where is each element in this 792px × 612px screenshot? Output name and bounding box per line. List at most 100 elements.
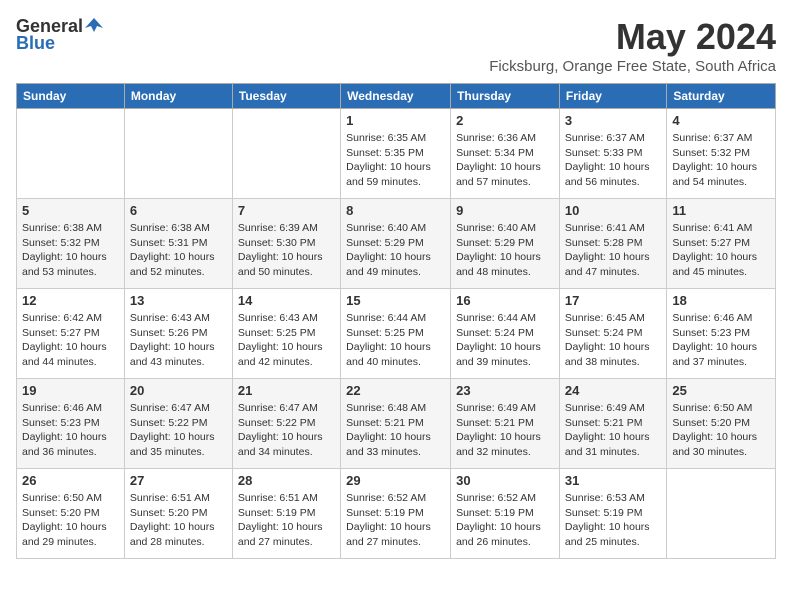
day-info: Sunrise: 6:50 AMSunset: 5:20 PMDaylight:… <box>22 491 119 550</box>
day-number: 24 <box>565 383 661 398</box>
day-number: 31 <box>565 473 661 488</box>
calendar-cell: 25 Sunrise: 6:50 AMSunset: 5:20 PMDayligh… <box>667 379 776 469</box>
calendar-cell: 13 Sunrise: 6:43 AMSunset: 5:26 PMDayligh… <box>124 289 232 379</box>
calendar-cell: 29Sunrise: 6:52 AMSunset: 5:19 PMDayligh… <box>341 469 451 559</box>
week-row-2: 5Sunrise: 6:38 AMSunset: 5:32 PMDaylight… <box>17 199 776 289</box>
day-info: Sunrise: 6:35 AMSunset: 5:35 PMDaylight:… <box>346 131 445 190</box>
calendar-cell: 1 Sunrise: 6:35 AMSunset: 5:35 PMDaylight… <box>341 109 451 199</box>
day-info: Sunrise: 6:43 AMSunset: 5:25 PMDaylight:… <box>238 311 335 370</box>
calendar-cell: 17Sunrise: 6:45 AMSunset: 5:24 PMDayligh… <box>559 289 666 379</box>
day-info: Sunrise: 6:41 AMSunset: 5:27 PMDaylight:… <box>672 221 770 280</box>
day-info: Sunrise: 6:43 AMSunset: 5:26 PMDaylight:… <box>130 311 227 370</box>
day-info: Sunrise: 6:47 AMSunset: 5:22 PMDaylight:… <box>130 401 227 460</box>
day-info: Sunrise: 6:47 AMSunset: 5:22 PMDaylight:… <box>238 401 335 460</box>
day-number: 30 <box>456 473 554 488</box>
day-number: 4 <box>672 113 770 128</box>
day-info: Sunrise: 6:36 AMSunset: 5:34 PMDaylight:… <box>456 131 554 190</box>
day-number: 21 <box>238 383 335 398</box>
day-info: Sunrise: 6:49 AMSunset: 5:21 PMDaylight:… <box>565 401 661 460</box>
calendar-cell: 6 Sunrise: 6:38 AMSunset: 5:31 PMDaylight… <box>124 199 232 289</box>
weekday-header-sunday: Sunday <box>17 84 125 109</box>
calendar-cell: 9Sunrise: 6:40 AMSunset: 5:29 PMDaylight… <box>451 199 560 289</box>
day-info: Sunrise: 6:51 AMSunset: 5:19 PMDaylight:… <box>238 491 335 550</box>
title-block: May 2024 Ficksburg, Orange Free State, S… <box>489 16 776 75</box>
calendar-cell: 22 Sunrise: 6:48 AMSunset: 5:21 PMDayligh… <box>341 379 451 469</box>
weekday-header-friday: Friday <box>559 84 666 109</box>
calendar-cell: 4 Sunrise: 6:37 AMSunset: 5:32 PMDaylight… <box>667 109 776 199</box>
weekday-header-row: SundayMondayTuesdayWednesdayThursdayFrid… <box>17 84 776 109</box>
calendar-cell: 8Sunrise: 6:40 AMSunset: 5:29 PMDaylight… <box>341 199 451 289</box>
day-number: 7 <box>238 203 335 218</box>
day-number: 14 <box>238 293 335 308</box>
day-info: Sunrise: 6:51 AMSunset: 5:20 PMDaylight:… <box>130 491 227 550</box>
week-row-3: 12 Sunrise: 6:42 AMSunset: 5:27 PMDayligh… <box>17 289 776 379</box>
day-number: 8 <box>346 203 445 218</box>
calendar-cell <box>124 109 232 199</box>
calendar-cell: 18 Sunrise: 6:46 AMSunset: 5:23 PMDayligh… <box>667 289 776 379</box>
calendar-cell: 23 Sunrise: 6:49 AMSunset: 5:21 PMDayligh… <box>451 379 560 469</box>
calendar-cell: 28 Sunrise: 6:51 AMSunset: 5:19 PMDayligh… <box>232 469 340 559</box>
calendar-cell: 14 Sunrise: 6:43 AMSunset: 5:25 PMDayligh… <box>232 289 340 379</box>
day-info: Sunrise: 6:52 AMSunset: 5:19 PMDaylight:… <box>456 491 554 550</box>
day-number: 25 <box>672 383 770 398</box>
day-number: 1 <box>346 113 445 128</box>
day-info: Sunrise: 6:49 AMSunset: 5:21 PMDaylight:… <box>456 401 554 460</box>
day-info: Sunrise: 6:37 AMSunset: 5:32 PMDaylight:… <box>672 131 770 190</box>
day-number: 22 <box>346 383 445 398</box>
day-number: 18 <box>672 293 770 308</box>
logo-bird-icon <box>85 16 103 34</box>
calendar-cell: 26Sunrise: 6:50 AMSunset: 5:20 PMDayligh… <box>17 469 125 559</box>
logo: General Blue <box>16 16 103 54</box>
calendar-cell: 12 Sunrise: 6:42 AMSunset: 5:27 PMDayligh… <box>17 289 125 379</box>
calendar-cell: 21 Sunrise: 6:47 AMSunset: 5:22 PMDayligh… <box>232 379 340 469</box>
weekday-header-monday: Monday <box>124 84 232 109</box>
calendar-cell: 10 Sunrise: 6:41 AMSunset: 5:28 PMDayligh… <box>559 199 666 289</box>
day-number: 15 <box>346 293 445 308</box>
day-info: Sunrise: 6:44 AMSunset: 5:25 PMDaylight:… <box>346 311 445 370</box>
calendar-cell: 30 Sunrise: 6:52 AMSunset: 5:19 PMDayligh… <box>451 469 560 559</box>
day-info: Sunrise: 6:42 AMSunset: 5:27 PMDaylight:… <box>22 311 119 370</box>
calendar-body: 1 Sunrise: 6:35 AMSunset: 5:35 PMDaylight… <box>17 109 776 559</box>
day-info: Sunrise: 6:46 AMSunset: 5:23 PMDaylight:… <box>672 311 770 370</box>
day-info: Sunrise: 6:50 AMSunset: 5:20 PMDaylight:… <box>672 401 770 460</box>
calendar-table: SundayMondayTuesdayWednesdayThursdayFrid… <box>16 83 776 559</box>
weekday-header-thursday: Thursday <box>451 84 560 109</box>
day-info: Sunrise: 6:40 AMSunset: 5:29 PMDaylight:… <box>456 221 554 280</box>
day-number: 20 <box>130 383 227 398</box>
weekday-header-wednesday: Wednesday <box>341 84 451 109</box>
day-info: Sunrise: 6:48 AMSunset: 5:21 PMDaylight:… <box>346 401 445 460</box>
calendar-cell: 27 Sunrise: 6:51 AMSunset: 5:20 PMDayligh… <box>124 469 232 559</box>
calendar-cell: 20 Sunrise: 6:47 AMSunset: 5:22 PMDayligh… <box>124 379 232 469</box>
calendar-cell <box>17 109 125 199</box>
calendar-cell: 16 Sunrise: 6:44 AMSunset: 5:24 PMDayligh… <box>451 289 560 379</box>
day-info: Sunrise: 6:44 AMSunset: 5:24 PMDaylight:… <box>456 311 554 370</box>
day-number: 6 <box>130 203 227 218</box>
day-info: Sunrise: 6:38 AMSunset: 5:31 PMDaylight:… <box>130 221 227 280</box>
calendar-cell <box>667 469 776 559</box>
day-info: Sunrise: 6:41 AMSunset: 5:28 PMDaylight:… <box>565 221 661 280</box>
logo-blue-text: Blue <box>16 33 55 54</box>
calendar-cell: 19 Sunrise: 6:46 AMSunset: 5:23 PMDayligh… <box>17 379 125 469</box>
week-row-5: 26Sunrise: 6:50 AMSunset: 5:20 PMDayligh… <box>17 469 776 559</box>
day-number: 13 <box>130 293 227 308</box>
day-info: Sunrise: 6:52 AMSunset: 5:19 PMDaylight:… <box>346 491 445 550</box>
day-info: Sunrise: 6:46 AMSunset: 5:23 PMDaylight:… <box>22 401 119 460</box>
calendar-cell <box>232 109 340 199</box>
day-number: 2 <box>456 113 554 128</box>
day-info: Sunrise: 6:39 AMSunset: 5:30 PMDaylight:… <box>238 221 335 280</box>
day-number: 10 <box>565 203 661 218</box>
day-number: 3 <box>565 113 661 128</box>
day-info: Sunrise: 6:37 AMSunset: 5:33 PMDaylight:… <box>565 131 661 190</box>
day-number: 23 <box>456 383 554 398</box>
calendar-cell: 11Sunrise: 6:41 AMSunset: 5:27 PMDayligh… <box>667 199 776 289</box>
weekday-header-tuesday: Tuesday <box>232 84 340 109</box>
calendar-cell: 7 Sunrise: 6:39 AMSunset: 5:30 PMDaylight… <box>232 199 340 289</box>
day-number: 12 <box>22 293 119 308</box>
calendar-cell: 15 Sunrise: 6:44 AMSunset: 5:25 PMDayligh… <box>341 289 451 379</box>
day-number: 16 <box>456 293 554 308</box>
calendar-cell: 5Sunrise: 6:38 AMSunset: 5:32 PMDaylight… <box>17 199 125 289</box>
day-info: Sunrise: 6:45 AMSunset: 5:24 PMDaylight:… <box>565 311 661 370</box>
day-number: 28 <box>238 473 335 488</box>
day-number: 19 <box>22 383 119 398</box>
day-number: 27 <box>130 473 227 488</box>
